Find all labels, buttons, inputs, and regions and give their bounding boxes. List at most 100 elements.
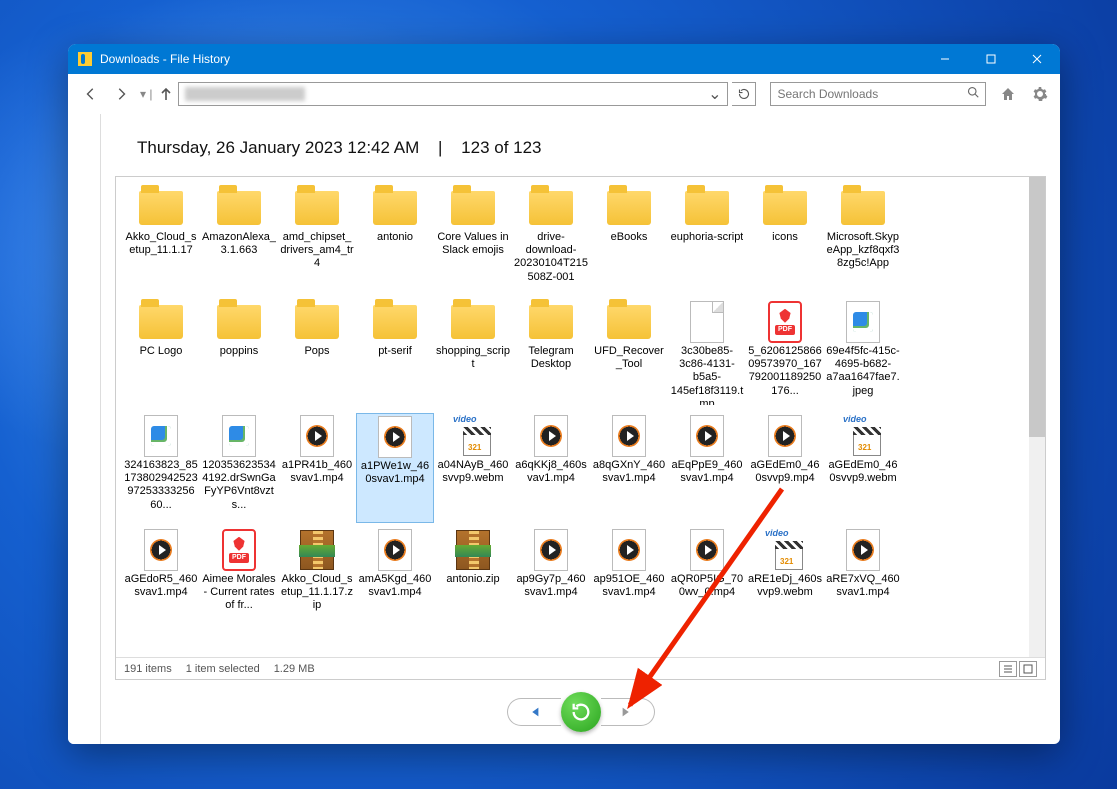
search-icon[interactable] [967,85,979,103]
file-item[interactable]: videoaRE1eDj_460svvp9.webm [746,527,824,637]
window-title: Downloads - File History [100,52,230,66]
previous-version-button[interactable] [507,698,561,726]
file-item[interactable]: a6qKKj8_460svav1.mp4 [512,413,590,523]
folder-icon [449,301,497,343]
file-item[interactable]: amd_chipset_drivers_am4_tr4 [278,185,356,295]
file-item[interactable]: PDFAimee Morales - Current rates of fr..… [200,527,278,637]
file-item[interactable]: ap9Gy7p_460svav1.mp4 [512,527,590,637]
file-item[interactable]: 3c30be85-3c86-4131-b5a5-145ef18f3119.tmp [668,299,746,409]
up-button[interactable] [158,81,174,107]
file-item[interactable]: aEqPpE9_460svav1.mp4 [668,413,746,523]
file-item[interactable]: AmazonAlexa_3.1.663 [200,185,278,295]
back-button[interactable] [78,81,104,107]
scrollbar[interactable] [1029,177,1045,657]
file-item[interactable]: a8qGXnY_460svav1.mp4 [590,413,668,523]
file-item[interactable]: Akko_Cloud_setup_11.1.17.zip [278,527,356,637]
file-label: aQR0P5IG_700wv_0.mp4 [670,573,744,599]
main-panel: Thursday, 26 January 2023 12:42 AM | 123… [101,114,1060,744]
file-label: Telegram Desktop [514,345,588,371]
file-label: amd_chipset_drivers_am4_tr4 [280,231,354,271]
file-item[interactable]: aRE7xVQ_460svav1.mp4 [824,527,902,637]
large-icons-view-button[interactable] [1019,661,1037,677]
file-label: AmazonAlexa_3.1.663 [202,231,276,257]
mp4-icon [137,529,185,571]
file-item[interactable]: Microsoft.SkypeApp_kzf8qxf38zg5c!App [824,185,902,295]
file-item[interactable]: videoaGEdEm0_460svvp9.webm [824,413,902,523]
folder-icon [527,301,575,343]
file-item[interactable]: 324163823_8517380294252397253333256​60..… [122,413,200,523]
status-size: 1.29 MB [274,663,315,675]
folder-icon [761,187,809,229]
folder-icon [605,301,653,343]
file-item[interactable]: aGEdoR5_460svav1.mp4 [122,527,200,637]
file-label: drive-download-20230104T215508Z-001 [514,231,588,284]
file-item[interactable]: icons [746,185,824,295]
file-item[interactable]: aGEdEm0_460svvp9.mp4 [746,413,824,523]
folder-icon [137,301,185,343]
scrollbar-thumb[interactable] [1029,177,1045,437]
address-path-blurred [185,87,305,101]
file-item[interactable]: UFD_Recover_Tool [590,299,668,409]
search-box[interactable] [770,82,986,106]
file-label: poppins [220,345,259,358]
file-item[interactable]: euphoria-script [668,185,746,295]
gear-icon[interactable] [1030,84,1050,104]
mp4-icon [293,415,341,457]
restore-button[interactable] [561,692,601,732]
titlebar[interactable]: Downloads - File History [68,44,1060,74]
file-item[interactable]: Core Values in Slack emojis [434,185,512,295]
file-item[interactable]: a1PR41b_460svav1.mp4 [278,413,356,523]
file-label: pt-serif [378,345,412,358]
search-input[interactable] [777,87,967,101]
file-history-icon [78,52,92,66]
history-nav-controls [115,688,1046,736]
file-item[interactable]: pt-serif [356,299,434,409]
file-item[interactable]: Telegram Desktop [512,299,590,409]
snapshot-position: 123 of 123 [461,138,541,157]
close-button[interactable] [1014,44,1060,74]
minimize-button[interactable] [922,44,968,74]
file-item[interactable]: 1203536235344192.drSwnGaFyYP6Vnt8vzts... [200,413,278,523]
file-item[interactable]: amA5Kgd_460svav1.mp4 [356,527,434,637]
forward-button[interactable] [108,81,134,107]
file-item[interactable]: PDF5_620612586609573970_1677920011892501… [746,299,824,409]
toolbar: ▾ | ⌄ [68,74,1060,114]
file-item[interactable]: PC Logo [122,299,200,409]
folder-icon [527,187,575,229]
next-version-button[interactable] [601,698,655,726]
address-dropdown-icon[interactable]: ⌄ [708,84,721,104]
folder-icon [293,301,341,343]
home-icon[interactable] [998,84,1018,104]
window-controls [922,44,1060,74]
file-item[interactable]: ap951OE_460svav1.mp4 [590,527,668,637]
file-label: amA5Kgd_460svav1.mp4 [358,573,432,599]
file-item[interactable]: videoa04NAyB_460svvp9.webm [434,413,512,523]
file-item[interactable]: antonio [356,185,434,295]
mp4-icon [683,415,731,457]
file-item[interactable]: eBooks [590,185,668,295]
file-item[interactable]: poppins [200,299,278,409]
mp4-icon [527,415,575,457]
file-item[interactable]: antonio.zip [434,527,512,637]
file-item[interactable]: Akko_Cloud_setup_11.1.17 [122,185,200,295]
file-label: antonio [377,231,413,244]
address-bar[interactable]: ⌄ [178,82,728,106]
file-label: 324163823_8517380294252397253333256​60..… [124,459,198,512]
refresh-button[interactable] [732,82,756,106]
folder-icon [215,301,263,343]
file-grid[interactable]: Akko_Cloud_setup_11.1.17AmazonAlexa_3.1.… [116,177,1045,657]
file-item[interactable]: 69e4f5fc-415c-4695-b682-a7aa1647fae7.jpe… [824,299,902,409]
pdf-icon: PDF [215,529,263,571]
file-item[interactable]: a1PWe1w_460svav1.mp4 [356,413,434,523]
details-view-button[interactable] [999,661,1017,677]
file-label: eBooks [611,231,648,244]
folder-icon [605,187,653,229]
folder-icon [371,301,419,343]
file-item[interactable]: shopping_script [434,299,512,409]
file-label: a8qGXnY_460svav1.mp4 [592,459,666,485]
file-item[interactable]: drive-download-20230104T215508Z-001 [512,185,590,295]
maximize-button[interactable] [968,44,1014,74]
file-item[interactable]: Pops [278,299,356,409]
file-item[interactable]: aQR0P5IG_700wv_0.mp4 [668,527,746,637]
folder-icon [683,187,731,229]
